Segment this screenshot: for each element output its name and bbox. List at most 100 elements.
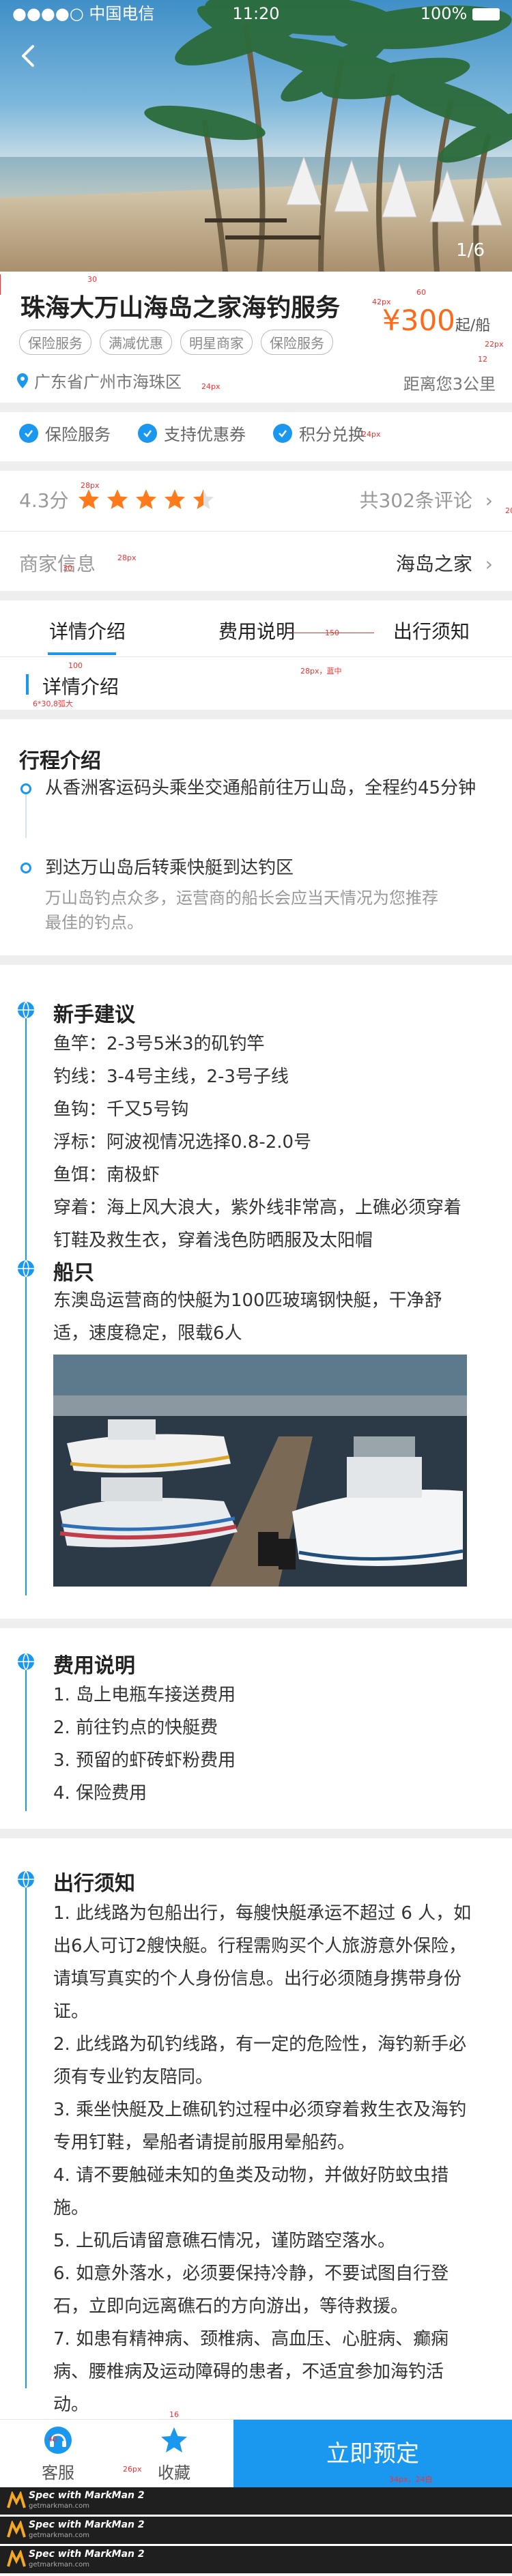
price-amount: ¥300 [382,304,455,337]
rating-score: 4.3分 [19,489,69,512]
notice-item: 6. 如意外落水，必须要保持冷静，不要试图自行登石，立即向远离礁石的方向游出，等… [53,2263,449,2317]
section-divider [0,461,512,471]
globe-icon [18,1870,34,1888]
tip-row: 鱼竿：2-3号5米3的矶钓竿 [53,1034,265,1054]
bottom-action-bar: 客服 收藏 立即预定 [0,2419,512,2488]
merchant-link[interactable]: 海岛之家 › [396,549,493,577]
spec-annotation: 24px [362,430,381,439]
notice-title: 出行须知 [53,1872,135,1896]
tip-row: 鱼钩：千又5号钩 [53,1099,189,1120]
favorite-label: 收藏 [158,2463,190,2483]
markman-logo-icon [7,2550,26,2567]
tab-details[interactable]: 详情介绍 [49,617,126,644]
page-title: 珠海大万山海岛之家海钓服务 [20,294,341,322]
rating-stars [77,488,215,511]
tab-details-alt[interactable]: 详情介绍 [42,672,119,699]
book-now-button[interactable]: 立即预定 [233,2420,512,2488]
service-item: 积分兑换 [273,421,365,445]
boat-photo [53,1355,467,1587]
timeline-dot [20,863,31,873]
globe-icon [18,1260,34,1277]
star-icon [193,489,214,509]
markman-url: getmarkman.com [29,2502,89,2510]
notice-item: 2. 此线路为矶钓线路，有一定的危险性，海钓新手必须有专业钓友陪同。 [53,2034,467,2087]
tip-row: 钓线：3-4号主线，2-3号子线 [53,1067,289,1087]
service-label: 客服 [42,2463,74,2483]
boat-text: 东澳岛运营商的快艇为100匹玻璃钢快艇，干净舒适，速度稳定，限载6人 [53,1290,442,1344]
tab-indicator-alt [26,674,29,695]
reviews-link[interactable]: 共302条评论 › [359,486,493,513]
spec-annotation: 40 [48,2435,57,2444]
notice-item: 7. 如患有精神病、颈椎病、高血压、心脏病、癫痫病、腰椎病及运动障碍的患者，不适… [53,2329,449,2415]
section-divider [0,710,512,719]
spec-annotation: 20 [505,506,512,515]
globe-icon [18,1001,34,1019]
spec-annotation: 30 [63,564,72,573]
globe-icon [18,1653,34,1670]
spec-annotation: 22px [485,340,504,349]
markman-logo-icon [7,2491,26,2508]
spec-annotation: 28px [81,481,100,490]
section-divider [0,955,512,965]
rating-row: 4.3分 [19,486,215,513]
markman-url: getmarkman.com [29,2561,89,2568]
fees-title: 费用说明 [53,1654,135,1678]
spec-annotation: 24px [201,382,221,391]
markman-title: Spec with MarkMan 2 [29,2490,145,2501]
itinerary-title: 行程介绍 [19,749,101,773]
service-button[interactable]: 客服 [20,2420,96,2488]
service-item: 保险服务 [19,421,111,445]
check-icon [138,423,157,443]
fee-item: 2. 前往钓点的快艇费 [53,1718,218,1738]
section-divider [0,1619,512,1628]
timeline-line [25,790,27,838]
favorite-button[interactable]: 收藏 [137,2420,212,2488]
notice-item: 4. 请不要触碰未知的鱼类及动物，并做好防蚊虫措施。 [53,2165,449,2218]
spec-line [0,274,1,295]
markman-banner: Spec with MarkMan 2 getmarkman.com [0,2517,512,2544]
markman-banner: Spec with MarkMan 2 getmarkman.com [0,2546,512,2573]
tab-notice[interactable]: 出行须知 [393,617,470,644]
section-line [25,1661,27,1811]
service-label: 保险服务 [45,425,111,444]
tip-row: 浮标：阿波视情况选择0.8-2.0号 [53,1132,312,1153]
back-arrow-icon[interactable] [14,41,44,71]
markman-logo-icon [7,2521,26,2538]
spec-annotation: 16 [169,2410,179,2419]
price-unit-from: 起 [455,317,470,334]
location-row[interactable]: 广东省广州市海珠区 [16,368,182,392]
spec-annotation: 12 [478,355,487,364]
timeline-dot [20,783,31,794]
itinerary-step-note: 万山岛钓点众多，运营商的船长会应当天情况为您推荐最佳的钓点。 [45,888,438,932]
itinerary-step: 到达万山岛后转乘快艇到达钓区 [45,858,294,878]
tag: 明星商家 [180,330,253,355]
battery-label: 100% [421,0,500,27]
image-pager: 1/6 [456,240,485,261]
tab-fees[interactable]: 费用说明 [218,617,295,644]
check-icon [19,423,38,443]
markman-url: getmarkman.com [29,2532,89,2539]
service-item: 支持优惠券 [138,421,246,445]
fee-item: 3. 预留的虾砖虾粉费用 [53,1750,236,1771]
tag: 满减优惠 [100,330,172,355]
spec-annotation: 60 [416,288,426,297]
section-divider [0,1829,512,1838]
price: ¥300起/船 [382,304,490,337]
hero-banner[interactable]: ●●●●○ 中国电信 11:20 100% 1/6 [0,0,512,272]
tab-indicator [48,652,116,655]
star-icon [106,489,128,509]
service-label: 支持优惠券 [164,425,246,444]
boat-title: 船只 [53,1261,94,1285]
markman-title: Spec with MarkMan 2 [29,2549,145,2560]
notice-item: 3. 乘坐快艇及上礁矶钓过程中必须穿着救生衣及海钓专用钉鞋，晕船者请提前服用晕船… [53,2100,467,2153]
spec-annotation: 30 [87,275,97,284]
status-bar: ●●●●○ 中国电信 11:20 100% [0,0,512,27]
check-icon [273,423,292,443]
tag: 保险服务 [19,330,91,355]
star-icon [164,489,185,509]
notice-item: 1. 此线路为包船出行，每艘快艇承运不超过 6 人，如出6人可订2艘快艇。行程需… [53,1903,472,2022]
chevron-right-icon: › [485,553,493,575]
spec-annotation: 42px [372,298,391,306]
spec-annotation: 100 [68,661,83,670]
spec-annotation: 26px [123,2465,142,2474]
